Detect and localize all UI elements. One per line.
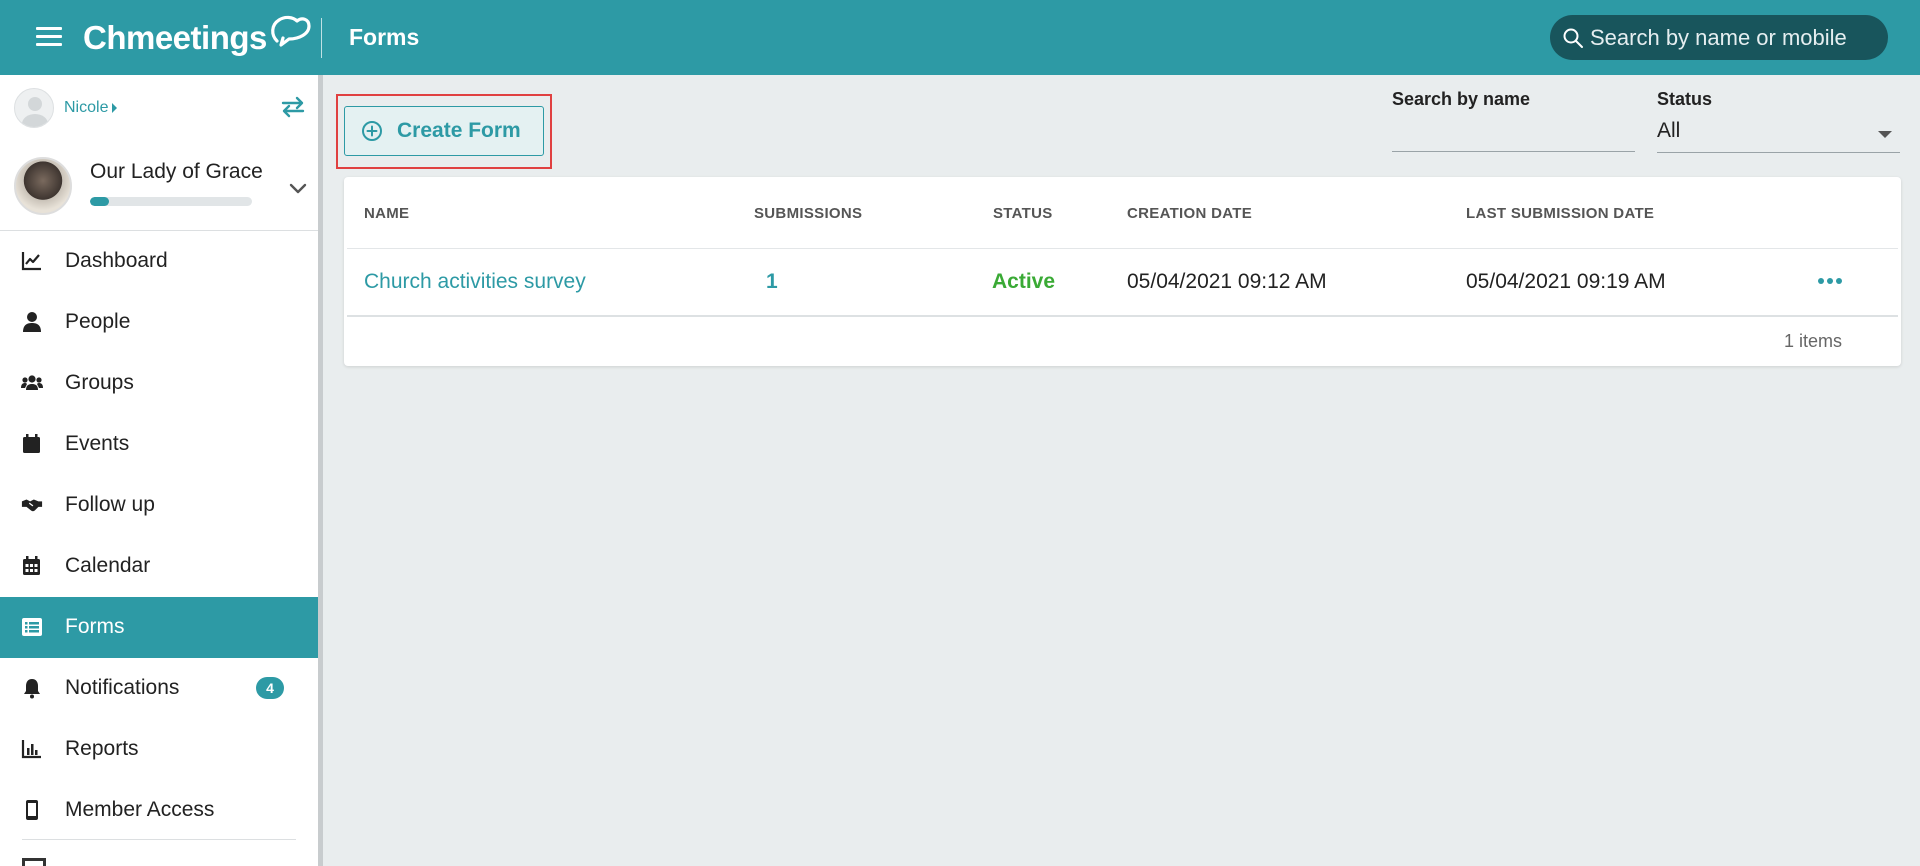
header-divider [321,18,322,58]
search-by-name-label: Search by name [1392,89,1531,109]
submissions-count[interactable]: 1 [766,270,778,294]
sidebar-item-label: People [65,310,131,333]
create-form-button[interactable]: Create Form [344,106,544,156]
user-name: Nicole [64,99,109,116]
mobile-icon [26,800,38,820]
calendar-grid-icon [23,556,40,575]
page-title: Forms [349,24,420,50]
column-header-last-submission-date[interactable]: LAST SUBMISSION DATE [1466,205,1654,222]
sidebar-item-reports[interactable]: Reports [0,719,318,780]
bar-chart-icon [21,740,41,759]
status-filter-select[interactable]: All [1657,118,1900,153]
handshake-icon [21,499,43,512]
status-filter-value: All [1657,119,1681,142]
items-count: 1 items [1784,331,1843,351]
column-header-creation-date[interactable]: CREATION DATE [1127,205,1252,222]
last-submission-date: 05/04/2021 09:19 AM [1466,270,1666,293]
list-form-icon [22,618,42,636]
search-by-name-input[interactable] [1392,118,1635,152]
header-row-divider [347,248,1898,249]
sidebar-item-events[interactable]: Events [0,414,318,475]
brand-name: Chmeetings [83,19,267,56]
sidebar-divider [22,839,296,840]
sidebar-scrollbar[interactable] [318,75,323,866]
sidebar-item-label: Forms [65,615,125,638]
sidebar-item-label: Notifications [65,676,180,699]
plus-circle-icon [362,121,382,141]
forms-table: NAME SUBMISSIONS STATUS CREATION DATE LA… [344,177,1901,366]
status-filter-label: Status [1657,89,1713,109]
users-icon [21,375,43,390]
sidebar-item-notifications[interactable]: Notifications 4 [0,658,318,719]
caret-right-icon [112,103,118,113]
church-avatar[interactable] [14,157,72,215]
sidebar-item-label: Groups [65,371,134,394]
user-menu[interactable]: Nicole [14,88,118,128]
column-header-submissions[interactable]: SUBMISSIONS [754,205,862,222]
form-name-link[interactable]: Church activities survey [364,270,586,294]
sidebar-item-label: Dashboard [65,249,168,272]
sidebar-nav: Dashboard People Groups Events Follow up… [0,231,318,841]
chart-line-icon [21,252,41,271]
search-icon [1563,28,1583,48]
notifications-badge: 4 [256,677,284,699]
sidebar-item-label: Reports [65,737,139,760]
user-avatar [14,88,54,128]
global-search-input[interactable] [1590,24,1880,51]
status-badge: Active [992,270,1056,293]
brand-logo[interactable]: Chmeetings [83,15,311,60]
more-options-icon[interactable] [1818,278,1842,286]
sidebar-item-calendar[interactable]: Calendar [0,536,318,597]
church-progress-fill [90,197,110,206]
column-header-name[interactable]: NAME [364,205,409,222]
calendar-day-icon [23,434,40,453]
sidebar-item-forms[interactable]: Forms [0,597,318,658]
logo-bubble-icon [271,15,311,47]
create-form-label: Create Form [397,119,521,142]
sidebar-item-people[interactable]: People [0,292,318,353]
switch-arrows-icon[interactable] [280,96,306,118]
column-header-status[interactable]: STATUS [993,205,1053,222]
partial-sidebar-item [22,858,46,866]
hamburger-menu-icon[interactable] [36,26,62,48]
sidebar-item-label: Member Access [65,798,215,821]
sidebar-item-dashboard[interactable]: Dashboard [0,231,318,292]
row-divider [347,315,1898,317]
church-progress-bar [90,197,252,206]
sidebar-item-member-access[interactable]: Member Access [0,780,318,841]
church-name[interactable]: Our Lady of Grace [90,160,263,184]
chevron-down-icon[interactable] [289,183,307,195]
sidebar-item-label: Calendar [65,554,151,577]
creation-date: 05/04/2021 09:12 AM [1127,270,1327,293]
top-bar: Chmeetings Forms [0,0,1920,75]
global-search[interactable] [1550,15,1888,60]
bell-icon [24,679,40,699]
sidebar-item-follow-up[interactable]: Follow up [0,475,318,536]
person-icon [23,312,41,332]
sidebar: Nicole Our Lady of Grace Dashboard Peopl… [0,75,318,866]
sidebar-item-groups[interactable]: Groups [0,353,318,414]
sidebar-item-label: Events [65,432,130,455]
sidebar-item-label: Follow up [65,493,155,516]
dropdown-arrow-icon [1878,131,1892,138]
